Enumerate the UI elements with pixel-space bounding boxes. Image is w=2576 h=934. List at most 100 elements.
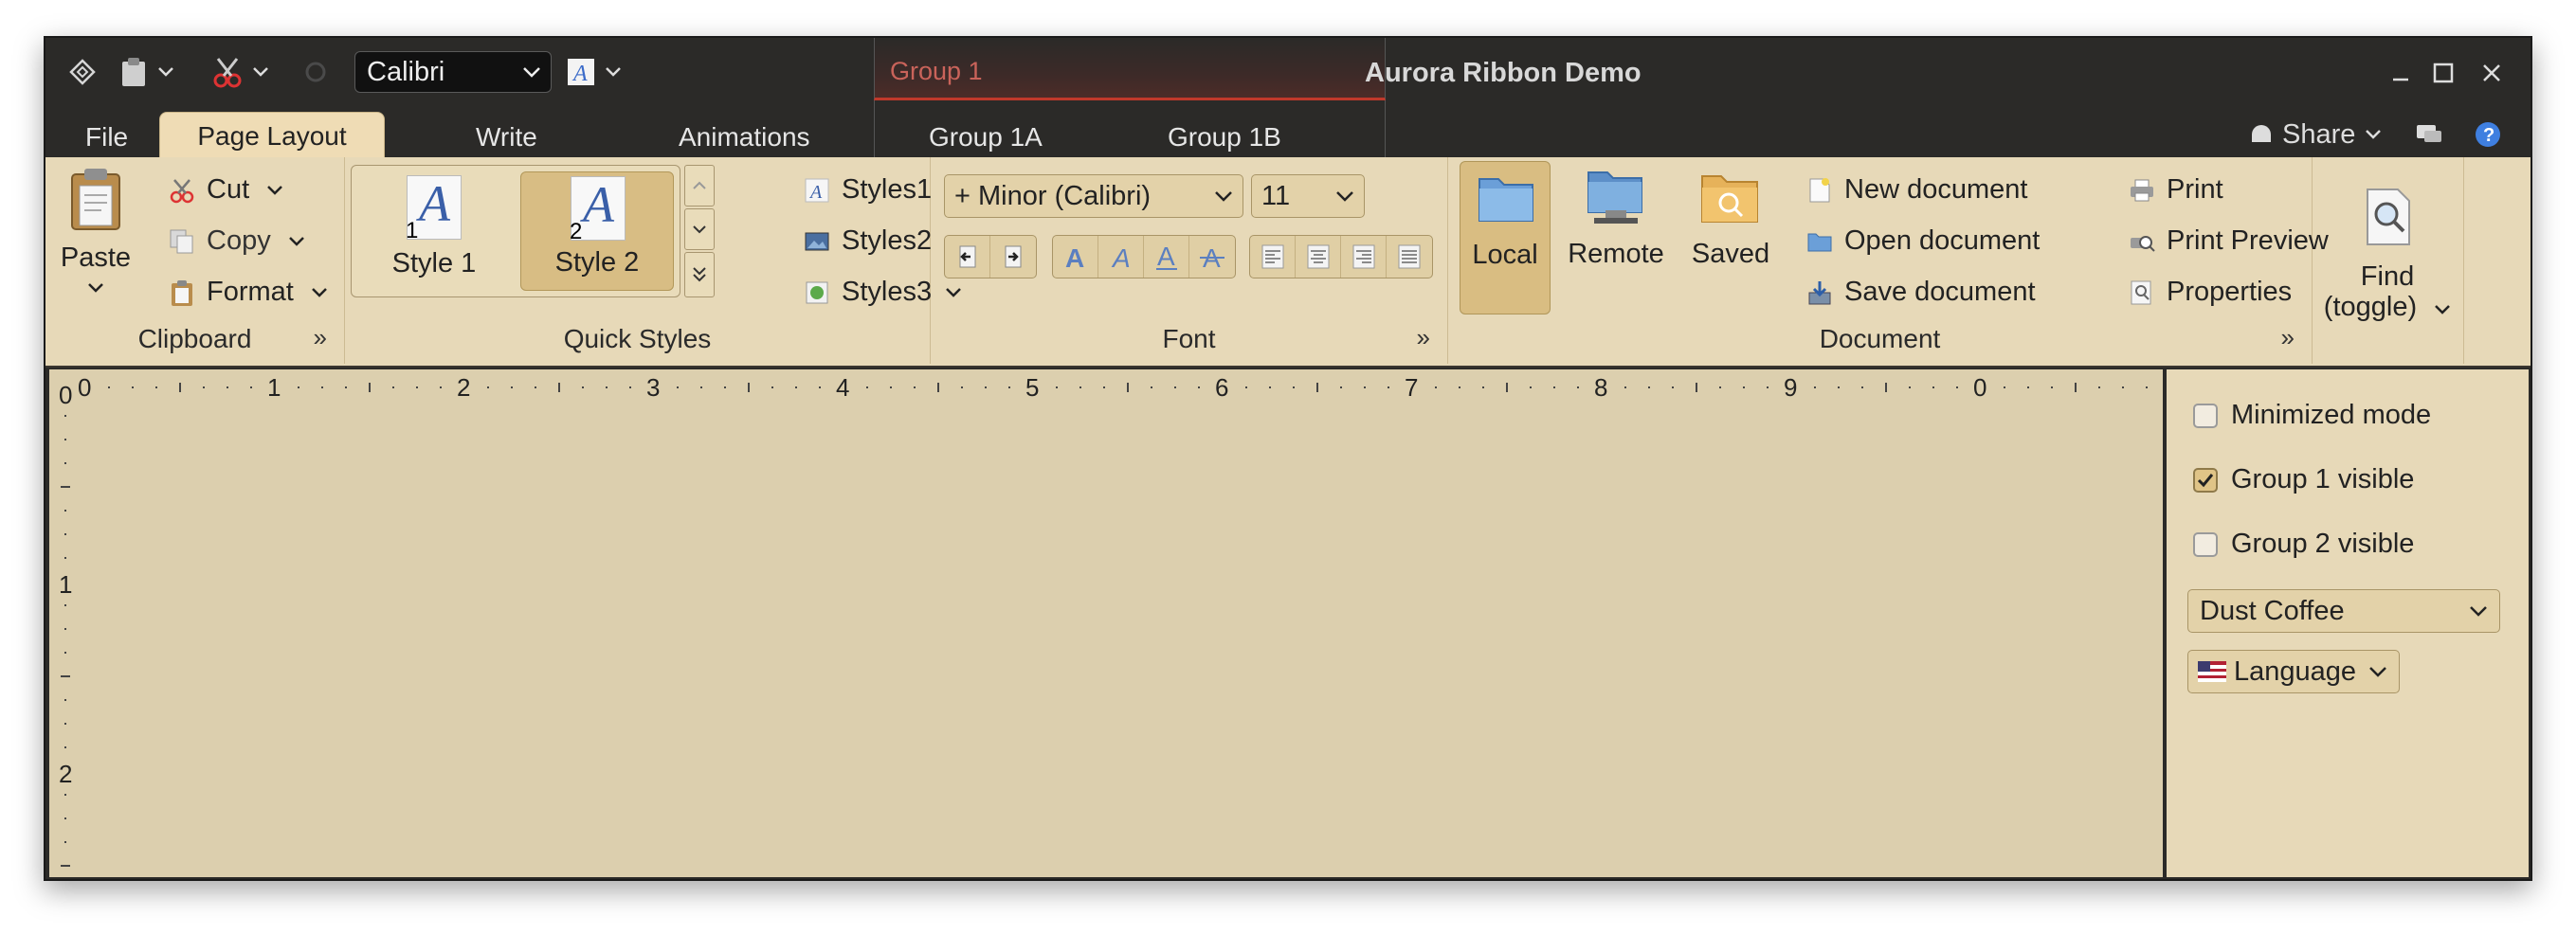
flag-icon (2198, 661, 2226, 682)
ribbon: Paste Cut Copy Format Clipboard » A 1 St… (45, 157, 2531, 368)
tab-write[interactable]: Write (476, 117, 537, 157)
title-bar: Calibri A Group 1 Aurora Ribbon Demo (45, 38, 2531, 104)
close-icon[interactable] (2477, 59, 2506, 87)
language-combo[interactable]: Language (2187, 650, 2400, 693)
ruler-label: 2 (457, 373, 470, 402)
copy-icon (170, 229, 193, 253)
help-icon[interactable]: ? (2474, 116, 2502, 153)
group2-visible-label: Group 2 visible (2231, 529, 2415, 559)
tab-group-1a[interactable]: Group 1A (929, 117, 1043, 157)
chevron-down-icon (288, 236, 304, 246)
app-menu-icon[interactable] (68, 53, 97, 91)
chevron-down-icon (253, 67, 268, 77)
skin-combo[interactable]: Dust Coffee (2187, 589, 2500, 633)
properties-label: Properties (2167, 277, 2293, 307)
ruler-label: 5 (1025, 373, 1039, 402)
group1-visible-label: Group 1 visible (2231, 464, 2415, 494)
document-launcher-icon[interactable]: » (2281, 323, 2295, 352)
ruler-label: 1 (59, 570, 72, 599)
minimized-mode-checkbox[interactable]: Minimized mode (2193, 400, 2431, 431)
style-gallery: A 1 Style 1 A 2 Style 2 (351, 165, 680, 297)
paste-label: Paste (60, 242, 132, 273)
ruler-label: 3 (646, 373, 660, 402)
align-right-icon[interactable] (1341, 236, 1387, 278)
clipboard-quick-icon[interactable] (119, 53, 174, 91)
style-quick-icon[interactable]: A (567, 53, 622, 91)
document-canvas[interactable]: 0 1 2 3 4 5 6 7 8 9 0 0 1 2 (49, 369, 2163, 877)
tab-animations[interactable]: Animations (679, 117, 810, 157)
open-document-button[interactable]: Open document (1806, 225, 2040, 257)
copy-button[interactable]: Copy (169, 225, 305, 257)
alignment-buttons (1249, 235, 1433, 278)
ruler-label: 4 (836, 373, 849, 402)
text-style-buttons: A A A A (1052, 235, 1236, 278)
style-1-label: Style 1 (391, 248, 477, 278)
properties-button[interactable]: Properties (2129, 277, 2292, 308)
align-center-icon[interactable] (1296, 236, 1341, 278)
horizontal-ruler: 01234567890 (78, 373, 2148, 402)
font-family-quick-combo[interactable]: Calibri (354, 51, 552, 93)
chevron-down-icon (1336, 191, 1353, 202)
share-button[interactable]: Share (2248, 116, 2382, 153)
save-icon (1808, 280, 1831, 304)
style-2-item[interactable]: A 2 Style 2 (520, 171, 674, 291)
group2-visible-checkbox[interactable]: Group 2 visible (2193, 529, 2414, 560)
gallery-expand[interactable] (684, 252, 715, 297)
cut-button[interactable]: Cut (169, 174, 283, 206)
styles2-button[interactable]: Styles2 (804, 225, 932, 257)
format-button[interactable]: Format (169, 277, 328, 308)
tab-file[interactable]: File (85, 117, 128, 157)
app-window: Calibri A Group 1 Aurora Ribbon Demo Fil… (44, 36, 2532, 881)
font-size-combo[interactable]: 11 (1251, 174, 1365, 218)
minimize-icon[interactable] (2386, 59, 2415, 87)
paste-button[interactable]: Paste (55, 161, 136, 314)
underline-icon[interactable]: A (1144, 236, 1189, 278)
find-toggle-button[interactable]: Find (toggle) (2316, 180, 2458, 322)
ruler-label: 0 (1973, 373, 1986, 402)
style-1-item[interactable]: A 1 Style 1 (357, 171, 511, 291)
comments-icon[interactable] (2415, 116, 2443, 153)
chevron-down-icon (2369, 667, 2386, 677)
cut-quick-icon[interactable] (212, 53, 269, 91)
ruler-label: 6 (1215, 373, 1228, 402)
options-panel: Minimized mode Group 1 visible Group 2 v… (2167, 369, 2529, 877)
save-document-button[interactable]: Save document (1806, 277, 2036, 308)
clipboard-launcher-icon[interactable]: » (314, 323, 327, 352)
print-preview-button[interactable]: Print Preview (2129, 225, 2329, 257)
tab-page-layout[interactable]: Page Layout (159, 112, 385, 160)
justify-icon[interactable] (1387, 236, 1432, 278)
remote-button[interactable]: Remote (1558, 161, 1674, 314)
maximize-icon[interactable] (2429, 59, 2458, 87)
chevron-down-icon (693, 225, 706, 234)
chevron-down-icon (523, 67, 540, 78)
font-family-combo[interactable]: + Minor (Calibri) (944, 174, 1243, 218)
gallery-scroll-down[interactable] (684, 208, 715, 250)
clipboard-band: Paste Cut Copy Format Clipboard » (45, 157, 345, 364)
align-left-icon[interactable] (1250, 236, 1296, 278)
local-button[interactable]: Local (1460, 161, 1551, 314)
gallery-scroll-up[interactable] (684, 165, 715, 207)
properties-icon (2131, 280, 2151, 304)
ruler-label: 1 (267, 373, 281, 402)
decrease-indent-icon[interactable] (945, 236, 990, 278)
style-1-number: 1 (406, 218, 419, 243)
strikethrough-icon[interactable]: A (1189, 236, 1235, 278)
chevron-down-icon (2435, 305, 2451, 314)
redo-disabled-icon[interactable] (303, 53, 328, 91)
copy-label: Copy (207, 225, 271, 256)
bold-icon[interactable]: A (1053, 236, 1098, 278)
new-document-button[interactable]: New document (1806, 174, 2027, 206)
group1-visible-checkbox[interactable]: Group 1 visible (2193, 464, 2414, 495)
find-icon (2367, 189, 2410, 245)
style-1-preview: A 1 (406, 175, 462, 243)
font-launcher-icon[interactable]: » (1417, 323, 1430, 352)
quick-styles-band-title: Quick Styles (563, 324, 712, 353)
print-button[interactable]: Print (2129, 174, 2223, 206)
double-chevron-down-icon (693, 267, 706, 282)
saved-button[interactable]: Saved (1681, 161, 1780, 314)
styles1-button[interactable]: A Styles1 (804, 174, 932, 206)
quick-styles-band: A 1 Style 1 A 2 Style 2 A Styles1 Styles… (345, 157, 961, 364)
italic-icon[interactable]: A (1098, 236, 1144, 278)
tab-group-1b[interactable]: Group 1B (1168, 117, 1281, 157)
increase-indent-icon[interactable] (990, 236, 1036, 278)
